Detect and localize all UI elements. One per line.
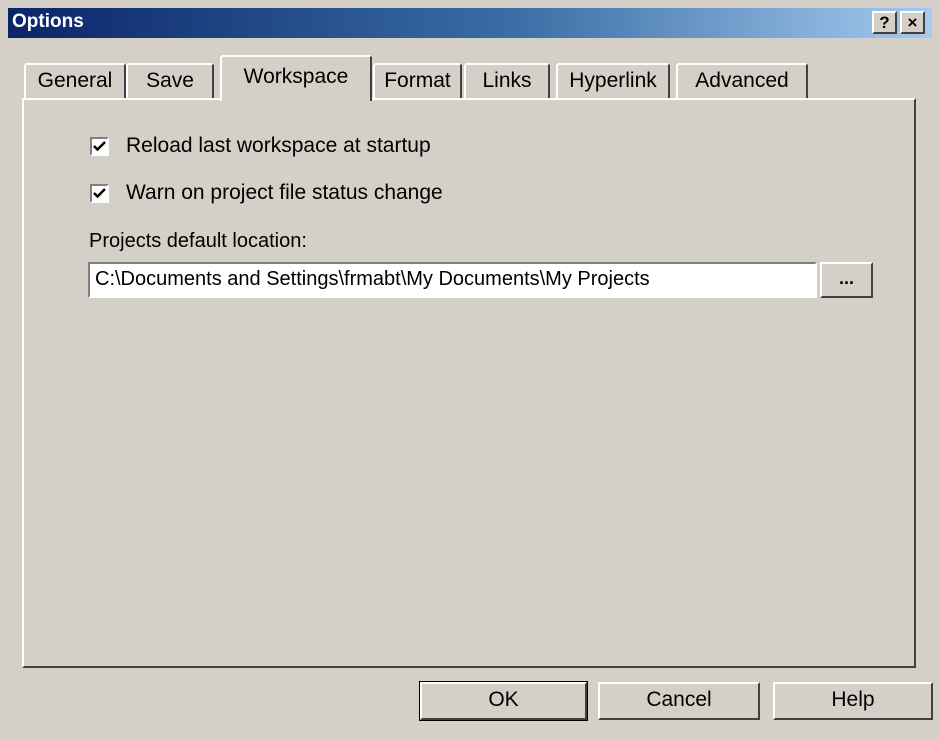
cancel-button[interactable]: Cancel (598, 682, 760, 720)
browse-button[interactable]: ... (820, 262, 873, 298)
ok-button[interactable]: OK (419, 681, 588, 721)
tab-format[interactable]: Format (373, 63, 462, 99)
tab-workspace[interactable]: Workspace (220, 55, 372, 101)
help-icon[interactable]: ? (872, 11, 897, 34)
checkmark-icon (93, 187, 106, 198)
projects-location-input[interactable]: C:\Documents and Settings\frmabt\My Docu… (88, 262, 817, 298)
help-button[interactable]: Help (773, 682, 933, 720)
checkmark-icon (93, 140, 106, 151)
tab-hyperlink[interactable]: Hyperlink (556, 63, 670, 99)
tab-general[interactable]: General (24, 63, 126, 99)
tab-save[interactable]: Save (126, 63, 214, 99)
reload-workspace-checkbox[interactable] (90, 136, 109, 156)
options-dialog: Options ? × General Save Workspace Forma… (0, 0, 939, 740)
tab-advanced[interactable]: Advanced (676, 63, 808, 99)
warn-status-label: Warn on project file status change (126, 181, 443, 204)
reload-workspace-label: Reload last workspace at startup (126, 134, 431, 157)
title-bar[interactable]: Options ? × (8, 8, 932, 38)
warn-status-checkbox[interactable] (90, 183, 109, 203)
warn-status-option[interactable]: Warn on project file status change (90, 180, 443, 206)
projects-location-label: Projects default location: (89, 230, 307, 252)
window-title: Options (12, 11, 84, 32)
close-icon[interactable]: × (900, 11, 925, 34)
reload-workspace-option[interactable]: Reload last workspace at startup (90, 133, 431, 159)
tab-links[interactable]: Links (464, 63, 550, 99)
